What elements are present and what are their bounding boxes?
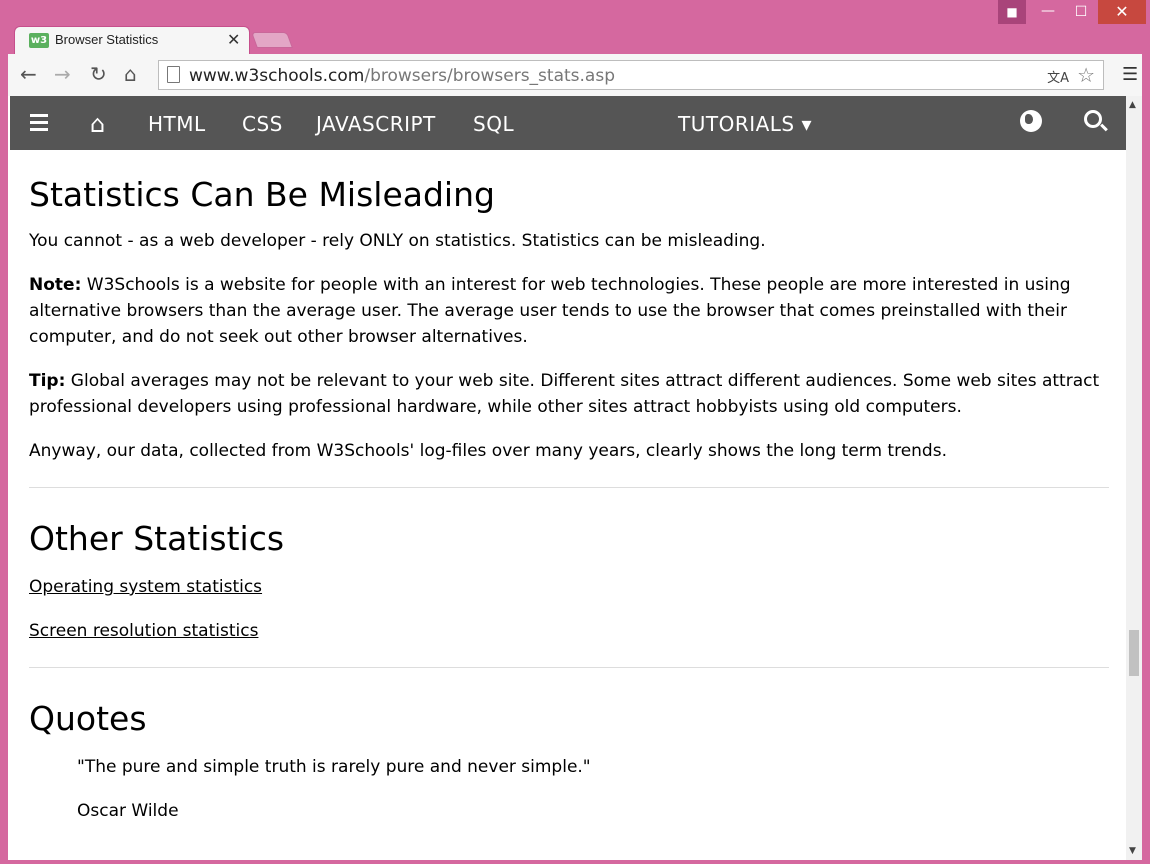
address-bar[interactable]: www.w3schools.com/browsers/browsers_stat… [158, 60, 1104, 90]
url-text[interactable]: www.w3schools.com/browsers/browsers_stat… [189, 66, 615, 86]
maximize-button[interactable]: ☐ [1066, 0, 1096, 24]
page-icon [167, 66, 180, 83]
section-divider [29, 667, 1109, 668]
minimize-button[interactable]: — [1034, 0, 1062, 24]
user-profile-button[interactable]: ■ [998, 0, 1026, 24]
browser-window: ■ — ☐ ✕ w3 Browser Statistics ✕ ← → ↻ ⌂ … [0, 0, 1150, 864]
tab-title: Browser Statistics [55, 32, 159, 47]
page-viewport: ⌂ HTML CSS JAVASCRIPT SQL TUTORIALS ▾ St… [8, 96, 1142, 860]
heading-other-statistics: Other Statistics [29, 519, 285, 558]
note-label: Note: [29, 275, 82, 295]
nav-javascript[interactable]: JAVASCRIPT [316, 112, 436, 136]
close-window-button[interactable]: ✕ [1098, 0, 1146, 24]
search-icon[interactable] [1084, 110, 1102, 128]
heading-quotes: Quotes [29, 699, 147, 738]
tip-text: Global averages may not be relevant to y… [29, 371, 1100, 417]
browser-toolbar: ← → ↻ ⌂ www.w3schools.com/browsers/brows… [8, 54, 1142, 96]
paragraph-tip: Tip: Global averages may not be relevant… [29, 368, 1109, 420]
scroll-down-arrow-icon[interactable]: ▼ [1129, 846, 1136, 856]
url-path: /browsers/browsers_stats.asp [364, 66, 615, 86]
globe-icon[interactable] [1020, 110, 1042, 132]
link-os-statistics[interactable]: Operating system statistics [29, 577, 262, 597]
note-text: W3Schools is a website for people with a… [29, 275, 1071, 347]
bookmark-star-icon[interactable]: ☆ [1077, 63, 1095, 87]
home-icon[interactable]: ⌂ [124, 62, 137, 86]
back-arrow-icon[interactable]: ← [20, 62, 37, 86]
reload-icon[interactable]: ↻ [90, 62, 107, 86]
nav-html[interactable]: HTML [148, 112, 206, 136]
url-host: www.w3schools.com [189, 66, 365, 86]
paragraph-anyway: Anyway, our data, collected from W3Schoo… [29, 441, 947, 461]
translate-icon[interactable]: 文A [1047, 67, 1069, 86]
forward-arrow-icon[interactable]: → [54, 62, 71, 86]
new-tab-button[interactable] [251, 32, 293, 48]
quote-author: Oscar Wilde [77, 801, 179, 821]
w3schools-favicon-icon: w3 [29, 33, 49, 48]
article-content: Statistics Can Be Misleading You cannot … [29, 150, 1109, 824]
vertical-scrollbar[interactable]: ▲ ▼ [1126, 96, 1142, 860]
link-screen-resolution-statistics[interactable]: Screen resolution statistics [29, 621, 258, 641]
site-navigation-bar: ⌂ HTML CSS JAVASCRIPT SQL TUTORIALS ▾ [10, 96, 1126, 150]
quote-text: "The pure and simple truth is rarely pur… [77, 757, 591, 777]
scroll-up-arrow-icon[interactable]: ▲ [1129, 100, 1136, 110]
browser-tab[interactable]: w3 Browser Statistics ✕ [14, 26, 250, 54]
hamburger-menu-icon[interactable] [30, 114, 48, 135]
paragraph-note: Note: W3Schools is a website for people … [29, 272, 1109, 350]
paragraph-rely-only: You cannot - as a web developer - rely O… [29, 231, 766, 251]
scrollbar-thumb[interactable] [1129, 630, 1139, 676]
nav-tutorials-dropdown[interactable]: TUTORIALS ▾ [678, 112, 812, 136]
section-divider [29, 487, 1109, 488]
heading-statistics-misleading: Statistics Can Be Misleading [29, 175, 495, 214]
nav-css[interactable]: CSS [242, 112, 283, 136]
site-home-icon[interactable]: ⌂ [90, 110, 105, 138]
nav-sql[interactable]: SQL [473, 112, 514, 136]
tip-label: Tip: [29, 371, 66, 391]
tab-close-icon[interactable]: ✕ [227, 30, 240, 49]
browser-menu-icon[interactable]: ☰ [1122, 64, 1138, 85]
